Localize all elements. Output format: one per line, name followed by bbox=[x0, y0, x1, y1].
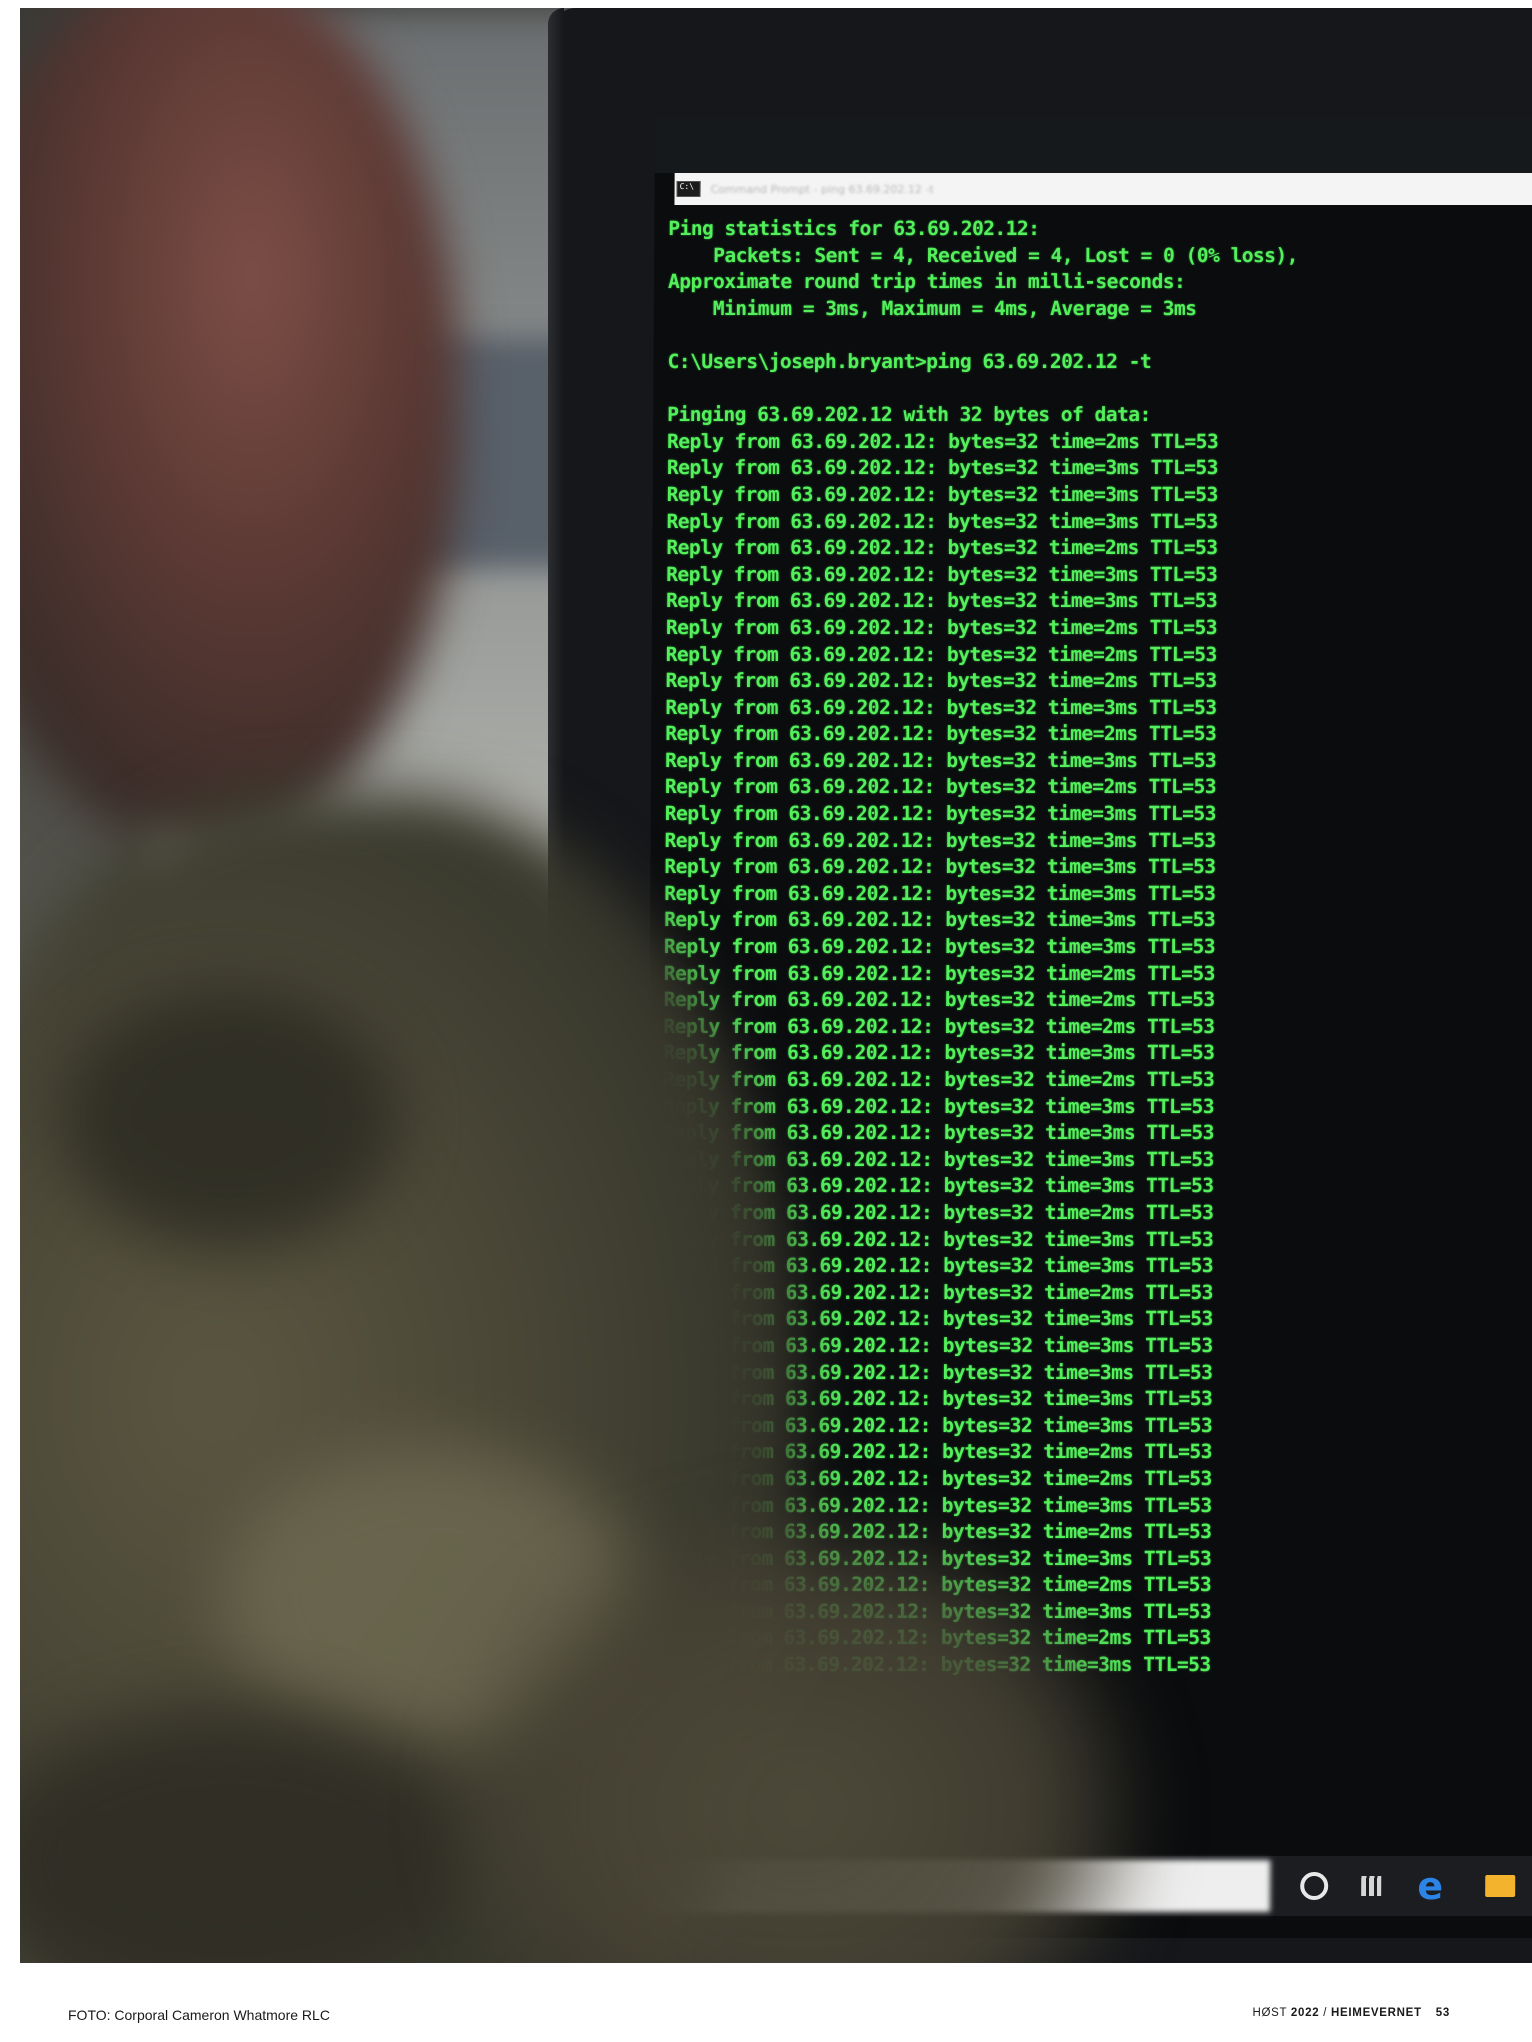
ping-reply-line: Reply from 63.69.202.12: bytes=32 time=2… bbox=[663, 988, 1215, 1012]
ping-reply-line: Reply from 63.69.202.12: bytes=32 time=2… bbox=[666, 536, 1218, 560]
ping-reply-line: Reply from 63.69.202.12: bytes=32 time=3… bbox=[659, 1653, 1211, 1677]
ping-reply-line: Reply from 63.69.202.12: bytes=32 time=3… bbox=[664, 881, 1216, 905]
task-view-icon[interactable] bbox=[1355, 1870, 1387, 1902]
terminal-line: Packets: Sent = 4, Received = 4, Lost = … bbox=[668, 243, 1299, 267]
ping-reply-line: Reply from 63.69.202.12: bytes=32 time=3… bbox=[663, 935, 1216, 959]
ping-reply-line: Reply from 63.69.202.12: bytes=32 time=3… bbox=[665, 589, 1218, 613]
folio-season: HØST bbox=[1252, 2007, 1287, 2019]
terminal-line: C:\Users\joseph.bryant>ping 63.69.202.12… bbox=[667, 349, 1152, 373]
terminal-line: Pinging 63.69.202.12 with 32 bytes of da… bbox=[667, 403, 1151, 427]
terminal-line: Minimum = 3ms, Maximum = 4ms, Average = … bbox=[667, 296, 1197, 320]
ping-reply-line: Reply from 63.69.202.12: bytes=32 time=2… bbox=[660, 1440, 1213, 1464]
taskbar-search-box[interactable] bbox=[644, 1860, 1271, 1912]
ping-reply-line: Reply from 63.69.202.12: bytes=32 time=3… bbox=[662, 1174, 1214, 1198]
ping-reply-line: Reply from 63.69.202.12: bytes=32 time=3… bbox=[666, 562, 1218, 586]
ping-reply-line: Reply from 63.69.202.12: bytes=32 time=3… bbox=[661, 1254, 1214, 1278]
ping-reply-line: Reply from 63.69.202.12: bytes=32 time=3… bbox=[665, 748, 1217, 772]
cortana-icon[interactable] bbox=[1298, 1870, 1330, 1902]
ping-reply-line: Reply from 63.69.202.12: bytes=32 time=2… bbox=[663, 1068, 1215, 1091]
photo-credit: FOTO: Corporal Cameron Whatmore RLC bbox=[68, 2007, 330, 2023]
ping-reply-line: Reply from 63.69.202.12: bytes=32 time=3… bbox=[664, 828, 1216, 852]
ping-reply-line: Reply from 63.69.202.12: bytes=32 time=2… bbox=[662, 1200, 1214, 1224]
ping-reply-line: Reply from 63.69.202.12: bytes=32 time=2… bbox=[663, 961, 1215, 985]
ping-reply-line: Reply from 63.69.202.12: bytes=32 time=2… bbox=[663, 1014, 1215, 1038]
ping-reply-line: Reply from 63.69.202.12: bytes=32 time=3… bbox=[662, 1094, 1215, 1118]
page-number: 53 bbox=[1435, 2007, 1450, 2019]
ping-reply-line: Reply from 63.69.202.12: bytes=32 time=3… bbox=[664, 908, 1216, 932]
ping-reply-line: Reply from 63.69.202.12: bytes=32 time=2… bbox=[660, 1466, 1212, 1490]
folio-separator: / bbox=[1323, 2007, 1328, 2019]
ping-reply-line: Reply from 63.69.202.12: bytes=32 time=3… bbox=[665, 695, 1217, 719]
ping-reply-line: Reply from 63.69.202.12: bytes=32 time=2… bbox=[659, 1626, 1211, 1650]
ping-reply-line: Reply from 63.69.202.12: bytes=32 time=3… bbox=[660, 1493, 1212, 1517]
ping-reply-line: Reply from 63.69.202.12: bytes=32 time=2… bbox=[659, 1573, 1212, 1597]
ping-reply-line: Reply from 63.69.202.12: bytes=32 time=2… bbox=[665, 722, 1217, 746]
ping-reply-line: Reply from 63.69.202.12: bytes=32 time=2… bbox=[665, 615, 1218, 639]
ping-reply-line: Reply from 63.69.202.12: bytes=32 time=3… bbox=[662, 1121, 1214, 1145]
ping-reply-line: Reply from 63.69.202.12: bytes=32 time=3… bbox=[660, 1546, 1212, 1570]
ping-reply-line: Reply from 63.69.202.12: bytes=32 time=3… bbox=[659, 1599, 1212, 1623]
ping-reply-line: Reply from 63.69.202.12: bytes=32 time=3… bbox=[661, 1333, 1213, 1357]
camouflage-patch bbox=[20, 1708, 480, 1963]
ping-reply-line: Reply from 63.69.202.12: bytes=32 time=2… bbox=[665, 642, 1217, 666]
ping-reply-line: Reply from 63.69.202.12: bytes=32 time=3… bbox=[666, 456, 1219, 480]
screen-top-area bbox=[654, 118, 1532, 173]
ping-reply-line: Reply from 63.69.202.12: bytes=32 time=3… bbox=[661, 1360, 1213, 1384]
page-footer bbox=[0, 1963, 1532, 2042]
terminal-output: Ping statistics for 63.69.202.12: Packet… bbox=[659, 216, 1532, 1679]
file-explorer-icon[interactable] bbox=[1480, 1870, 1520, 1902]
edge-icon[interactable]: e bbox=[1410, 1864, 1450, 1908]
command-prompt-titlebar[interactable]: Command Prompt - ping 63.69.202.12 -t bbox=[674, 173, 1532, 205]
ping-reply-line: Reply from 63.69.202.12: bytes=32 time=2… bbox=[665, 669, 1217, 693]
taskbar: e bbox=[644, 1856, 1532, 1916]
background-light bbox=[240, 808, 560, 1188]
ping-reply-line: Reply from 63.69.202.12: bytes=32 time=2… bbox=[660, 1520, 1212, 1544]
terminal-line: Ping statistics for 63.69.202.12: bbox=[668, 217, 1040, 240]
ping-reply-line: Reply from 63.69.202.12: bytes=32 time=3… bbox=[661, 1387, 1213, 1411]
ping-reply-line: Reply from 63.69.202.12: bytes=32 time=3… bbox=[663, 1041, 1215, 1065]
folio-magazine: HEIMEVERNET bbox=[1331, 2007, 1422, 2019]
ping-reply-line: Reply from 63.69.202.12: bytes=32 time=2… bbox=[664, 775, 1217, 799]
ping-reply-line: Reply from 63.69.202.12: bytes=32 time=2… bbox=[666, 429, 1219, 453]
command-prompt-icon bbox=[676, 181, 701, 197]
ping-reply-line: Reply from 63.69.202.12: bytes=32 time=3… bbox=[664, 855, 1216, 879]
ping-reply-line: Reply from 63.69.202.12: bytes=32 time=3… bbox=[662, 1147, 1214, 1171]
ping-reply-line: Reply from 63.69.202.12: bytes=32 time=2… bbox=[661, 1280, 1214, 1304]
window-title: Command Prompt - ping 63.69.202.12 -t bbox=[710, 182, 934, 196]
ping-reply-line: Reply from 63.69.202.12: bytes=32 time=3… bbox=[660, 1413, 1213, 1437]
photo: Command Prompt - ping 63.69.202.12 -t Pi… bbox=[20, 8, 1532, 1963]
monitor-screen: Command Prompt - ping 63.69.202.12 -t Pi… bbox=[643, 118, 1532, 1938]
terminal-line: Approximate round trip times in milli-se… bbox=[667, 270, 1186, 294]
folio-year: 2022 bbox=[1290, 2007, 1320, 2019]
magazine-page: Command Prompt - ping 63.69.202.12 -t Pi… bbox=[0, 0, 1532, 2042]
ping-reply-line: Reply from 63.69.202.12: bytes=32 time=3… bbox=[666, 509, 1218, 533]
ping-reply-line: Reply from 63.69.202.12: bytes=32 time=3… bbox=[666, 482, 1218, 506]
monitor-bezel-edge bbox=[548, 8, 564, 1963]
ping-reply-line: Reply from 63.69.202.12: bytes=32 time=3… bbox=[661, 1307, 1213, 1331]
ping-reply-line: Reply from 63.69.202.12: bytes=32 time=3… bbox=[662, 1227, 1214, 1251]
folio: HØST 2022 / HEIMEVERNET 53 bbox=[1252, 2007, 1450, 2019]
ping-reply-line: Reply from 63.69.202.12: bytes=32 time=3… bbox=[664, 802, 1216, 826]
